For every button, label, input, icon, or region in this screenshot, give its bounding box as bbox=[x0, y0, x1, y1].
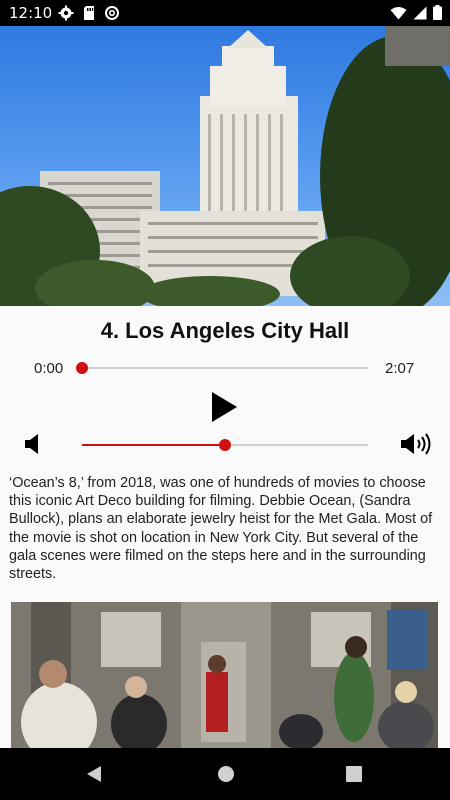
recents-icon[interactable] bbox=[346, 766, 362, 786]
sd-card-icon bbox=[82, 5, 96, 25]
volume-down-button[interactable] bbox=[24, 432, 42, 460]
hero-image bbox=[0, 26, 450, 306]
wifi-icon bbox=[390, 5, 407, 24]
signal-icon bbox=[413, 5, 427, 24]
gear-icon bbox=[58, 5, 74, 25]
subway-scene-image bbox=[11, 602, 438, 748]
description-text: ‘Ocean’s 8,’ from 2018, was one of hundr… bbox=[9, 475, 433, 583]
current-time: 0:00 bbox=[34, 360, 64, 377]
back-icon[interactable] bbox=[86, 765, 102, 787]
volume-thumb[interactable] bbox=[219, 439, 231, 451]
city-hall-illustration bbox=[0, 26, 450, 306]
volume-up-button[interactable] bbox=[400, 432, 436, 460]
volume-mute-icon bbox=[25, 434, 38, 454]
progress-slider[interactable] bbox=[82, 367, 368, 369]
subway-scene-illustration bbox=[11, 602, 438, 748]
data-saver-icon bbox=[104, 5, 120, 25]
home-icon[interactable] bbox=[217, 765, 235, 787]
battery-icon bbox=[433, 5, 442, 24]
status-bar: 12:10 bbox=[0, 0, 450, 26]
navigation-bar bbox=[0, 748, 450, 800]
progress-thumb[interactable] bbox=[76, 362, 88, 374]
total-time: 2:07 bbox=[385, 360, 415, 377]
volume-up-icon bbox=[401, 433, 431, 455]
status-time: 12:10 bbox=[9, 4, 53, 22]
volume-fill bbox=[82, 444, 225, 446]
play-icon bbox=[212, 392, 237, 422]
track-title: 4. Los Angeles City Hall bbox=[100, 318, 350, 343]
play-button[interactable] bbox=[208, 389, 240, 425]
